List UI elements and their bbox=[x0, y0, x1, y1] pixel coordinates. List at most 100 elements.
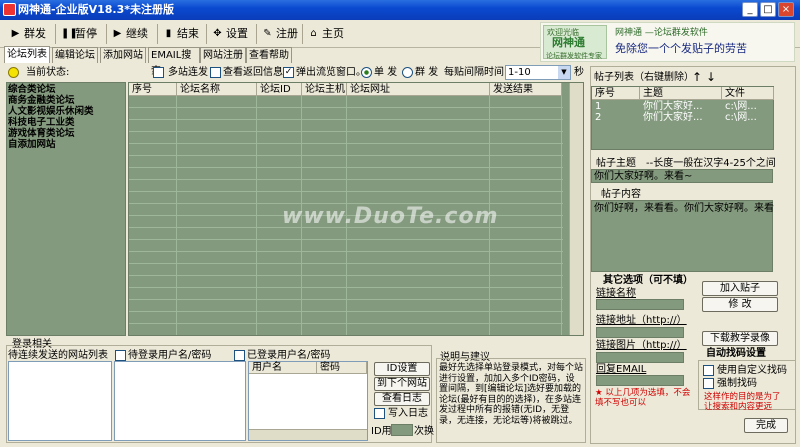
view-return-label: 查看返回信息 bbox=[223, 67, 283, 78]
pending-sites-list[interactable] bbox=[8, 361, 112, 441]
help-text: 最好先选择单站登录模式，对每个站进行设置，加加入多个ID密码，设置间隔，到[编辑… bbox=[439, 363, 584, 426]
toolbar-divider bbox=[106, 24, 107, 44]
id-used-label: ID用 bbox=[371, 426, 392, 437]
tab-edit-forum[interactable]: 编辑论坛 bbox=[52, 47, 98, 63]
interval-select[interactable]: 1-10 ▼ bbox=[505, 65, 571, 80]
link-url-input[interactable] bbox=[596, 327, 684, 338]
toolbar-divider bbox=[55, 24, 56, 44]
done-button[interactable]: 完成 bbox=[744, 418, 788, 433]
minimize-button[interactable]: _ bbox=[742, 2, 758, 17]
column-header[interactable]: 论坛名称 bbox=[177, 83, 257, 96]
arrow-down-icon[interactable]: ↓ bbox=[706, 71, 716, 83]
brand-sub-text: 论坛群发软件专家 bbox=[546, 52, 602, 60]
window-title: 网神通-企业版V18.3*未注册版 bbox=[18, 3, 174, 16]
status-label: 当前状态: bbox=[26, 67, 70, 78]
toolbar-group-send-button[interactable]: ▶ 群发 bbox=[8, 23, 54, 45]
single-send-label: 单 发 bbox=[374, 67, 398, 78]
category-item[interactable]: 商务金融类论坛 bbox=[8, 95, 75, 106]
reply-email-input[interactable] bbox=[596, 375, 684, 386]
column-header[interactable]: 密码 bbox=[317, 362, 367, 374]
tab-site-register[interactable]: 网站注册 bbox=[200, 47, 246, 63]
horizontal-scrollbar[interactable] bbox=[249, 429, 367, 440]
post-subject-input[interactable]: 你们大家好啊。来看~ bbox=[591, 169, 773, 183]
column-header[interactable]: 论坛主机 bbox=[302, 83, 347, 96]
category-item[interactable]: 游戏体育类论坛 bbox=[8, 128, 75, 139]
column-header[interactable]: 用户名 bbox=[249, 362, 317, 374]
toolbar-stop-button[interactable]: ▮ 结束 bbox=[161, 23, 207, 45]
auto-captcha-title: 自动找码设置 bbox=[706, 348, 766, 359]
tab-help[interactable]: 查看帮助 bbox=[246, 47, 292, 63]
watermark: www.DuoTe.com bbox=[282, 204, 499, 229]
tab-forum-list[interactable]: 论坛列表 bbox=[4, 46, 50, 63]
close-button[interactable]: × bbox=[778, 2, 794, 17]
stop-icon: ▮ bbox=[165, 28, 172, 39]
category-item[interactable]: 综合类论坛 bbox=[8, 84, 56, 95]
multi-site-checkbox[interactable] bbox=[153, 67, 164, 78]
banner-line-1: 网神通 —论坛群发软件 bbox=[615, 28, 708, 38]
pending-user-list[interactable] bbox=[114, 361, 246, 441]
column-header[interactable]: 主题 bbox=[640, 87, 722, 100]
tab-email-search[interactable]: EMAIL搜索 bbox=[148, 47, 200, 77]
post-row-file[interactable]: c:\网... bbox=[725, 112, 757, 124]
arrow-up-icon[interactable]: ↑ bbox=[692, 71, 702, 83]
write-log-checkbox[interactable] bbox=[374, 408, 385, 419]
column-header[interactable]: 论坛ID bbox=[257, 83, 302, 96]
category-item[interactable]: 人文影视娱乐休闲类 bbox=[8, 106, 94, 117]
link-name-input[interactable] bbox=[596, 299, 684, 310]
post-row-num[interactable]: 2 bbox=[595, 112, 601, 124]
id-used-input[interactable] bbox=[391, 424, 413, 436]
category-item[interactable]: 科技电子工业类 bbox=[8, 117, 75, 128]
other-options-title: 其它选项（可不填） bbox=[603, 275, 693, 286]
post-list-table[interactable]: 序号 主题 文件 1 你们大家好... c:\网... 2 你们大家好... c… bbox=[591, 86, 774, 150]
toolbar-settings-button[interactable]: ✥ 设置 bbox=[210, 23, 256, 45]
column-header[interactable]: 文件 bbox=[722, 87, 774, 100]
force-captcha-checkbox[interactable] bbox=[703, 378, 714, 389]
toolbar-divider bbox=[157, 24, 158, 44]
toolbar-label: 主页 bbox=[322, 27, 344, 40]
logged-user-checkbox[interactable] bbox=[234, 350, 245, 361]
force-captcha-label: 强制找码 bbox=[717, 378, 757, 389]
add-post-button[interactable]: 加入贴子 bbox=[702, 281, 778, 296]
vertical-scrollbar[interactable] bbox=[569, 83, 583, 335]
toolbar-resume-button[interactable]: ▶ 继续 bbox=[110, 23, 156, 45]
toolbar-pause-button[interactable]: ❚❚ 暂停 bbox=[59, 23, 105, 45]
view-log-button[interactable]: 查看日志 bbox=[374, 392, 430, 406]
post-row-subject[interactable]: 你们大家好... bbox=[643, 112, 703, 124]
home-icon: ⌂ bbox=[310, 28, 317, 39]
single-send-radio[interactable] bbox=[361, 67, 372, 78]
link-image-input[interactable] bbox=[596, 352, 684, 363]
pending-user-checkbox[interactable] bbox=[115, 350, 126, 361]
note-left: ★ 以上几项为选填，不会填不写也可以 bbox=[595, 388, 691, 408]
view-return-checkbox[interactable] bbox=[210, 67, 221, 78]
logged-user-list[interactable]: 用户名 密码 bbox=[248, 361, 368, 441]
app-icon bbox=[3, 3, 16, 16]
popup-browser-label: 弹出流览窗口。 bbox=[296, 67, 366, 78]
column-header[interactable]: 论坛网址 bbox=[347, 83, 490, 96]
download-video-button[interactable]: 下载教学录像 bbox=[702, 331, 778, 346]
maximize-button[interactable]: □ bbox=[760, 2, 776, 17]
play-icon: ▶ bbox=[11, 28, 20, 39]
column-header[interactable]: 序号 bbox=[129, 83, 177, 96]
tab-add-site[interactable]: 添加网站 bbox=[100, 47, 146, 63]
pause-icon: ❚❚ bbox=[61, 28, 78, 39]
toolbar-home-button[interactable]: ⌂ 主页 bbox=[306, 23, 352, 45]
popup-browser-checkbox[interactable]: ✓ bbox=[283, 67, 294, 78]
id-settings-button[interactable]: ID设置 bbox=[374, 362, 430, 376]
next-site-button[interactable]: 到下个网站 bbox=[374, 377, 430, 391]
group-send-radio[interactable] bbox=[402, 67, 413, 78]
status-indicator-icon bbox=[8, 67, 19, 78]
post-content-textarea[interactable]: 你们好啊，来看看。你们大家好啊。来看 bbox=[591, 200, 774, 272]
custom-captcha-label: 使用自定义找码 bbox=[717, 365, 787, 376]
edit-button[interactable]: 修 改 bbox=[702, 297, 778, 312]
custom-captcha-checkbox[interactable] bbox=[703, 365, 714, 376]
note-right: 这样作的目的是为了让搜索和内容更远 bbox=[704, 392, 781, 412]
chevron-down-icon[interactable]: ▼ bbox=[558, 66, 570, 79]
link-image-label: 链接图片（http://） bbox=[596, 340, 687, 351]
column-header[interactable]: 发送结果 bbox=[490, 83, 562, 96]
column-header[interactable]: 序号 bbox=[592, 87, 640, 100]
toolbar-label: 设置 bbox=[226, 27, 248, 40]
category-item[interactable]: 自添加网站 bbox=[8, 139, 56, 150]
toolbar-register-button[interactable]: ✎ 注册 bbox=[260, 23, 306, 45]
link-url-label: 链接地址（http://） bbox=[596, 315, 687, 326]
toolbar-label: 注册 bbox=[276, 27, 298, 40]
